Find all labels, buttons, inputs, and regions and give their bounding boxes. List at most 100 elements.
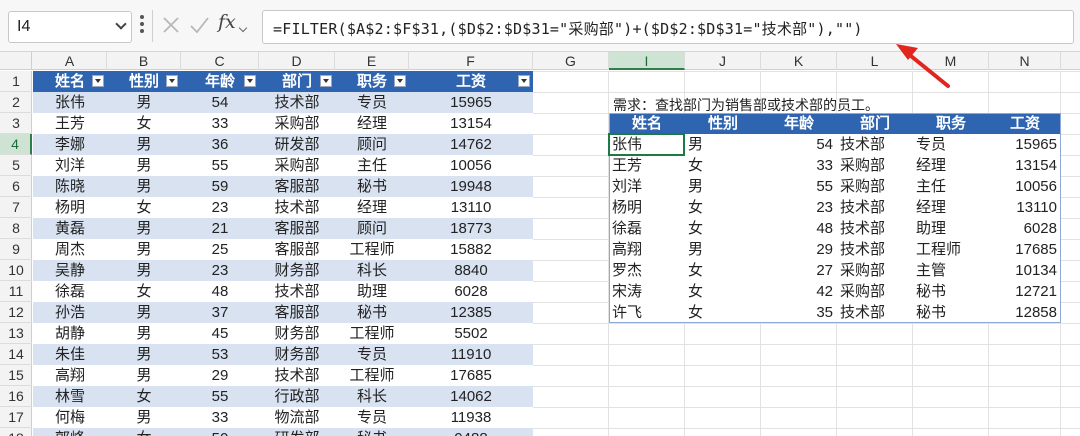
- source-table-cell[interactable]: 53: [181, 344, 259, 365]
- source-table-cell[interactable]: 技术部: [259, 281, 335, 302]
- source-table-cell[interactable]: 8840: [409, 260, 533, 281]
- source-table-cell[interactable]: 19948: [409, 176, 533, 197]
- source-table-cell[interactable]: 37: [181, 302, 259, 323]
- source-table-cell[interactable]: 刘洋: [33, 155, 107, 176]
- source-table-cell[interactable]: 张伟: [33, 92, 107, 113]
- source-table-cell[interactable]: 专员: [335, 407, 409, 428]
- select-all-corner[interactable]: [0, 52, 32, 70]
- source-table-cell[interactable]: 23: [181, 260, 259, 281]
- source-table-cell[interactable]: 女: [107, 386, 181, 407]
- filter-dropdown-icon[interactable]: [518, 75, 530, 87]
- source-table-cell[interactable]: 林雪: [33, 386, 107, 407]
- source-table-cell[interactable]: 财务部: [259, 260, 335, 281]
- row-header-3[interactable]: 3: [0, 113, 32, 134]
- row-header-14[interactable]: 14: [0, 344, 32, 365]
- column-header-C[interactable]: C: [181, 52, 259, 70]
- filter-dropdown-icon[interactable]: [92, 75, 104, 87]
- column-header-D[interactable]: D: [259, 52, 335, 70]
- source-table-cell[interactable]: 专员: [335, 92, 409, 113]
- source-header-cell[interactable]: 姓名: [33, 71, 107, 92]
- row-header-18[interactable]: 18: [0, 428, 32, 436]
- source-table-cell[interactable]: 助理: [335, 281, 409, 302]
- source-table-cell[interactable]: 财务部: [259, 323, 335, 344]
- source-table-cell[interactable]: 物流部: [259, 407, 335, 428]
- column-header-M[interactable]: M: [913, 52, 989, 70]
- row-header-6[interactable]: 6: [0, 176, 32, 197]
- source-table-cell[interactable]: 23: [181, 197, 259, 218]
- row-header-17[interactable]: 17: [0, 407, 32, 428]
- source-table-cell[interactable]: 秘书: [335, 176, 409, 197]
- source-table-cell[interactable]: 黄磊: [33, 218, 107, 239]
- source-header-cell[interactable]: 职务: [335, 71, 409, 92]
- row-header-1[interactable]: 1: [0, 71, 32, 92]
- column-header-J[interactable]: J: [685, 52, 761, 70]
- row-header-16[interactable]: 16: [0, 386, 32, 407]
- row-header-10[interactable]: 10: [0, 260, 32, 281]
- row-header-15[interactable]: 15: [0, 365, 32, 386]
- source-table-cell[interactable]: 50: [181, 428, 259, 436]
- source-table-cell[interactable]: 59: [181, 176, 259, 197]
- source-table-cell[interactable]: 男: [107, 260, 181, 281]
- row-header-11[interactable]: 11: [0, 281, 32, 302]
- source-table-cell[interactable]: 客服部: [259, 176, 335, 197]
- source-table-cell[interactable]: 专员: [335, 344, 409, 365]
- column-header-A[interactable]: A: [33, 52, 107, 70]
- row-header-9[interactable]: 9: [0, 239, 32, 260]
- source-table-cell[interactable]: 女: [107, 281, 181, 302]
- filter-dropdown-icon[interactable]: [320, 75, 332, 87]
- source-table-cell[interactable]: 周杰: [33, 239, 107, 260]
- row-header-5[interactable]: 5: [0, 155, 32, 176]
- source-table-cell[interactable]: 客服部: [259, 218, 335, 239]
- source-table-cell[interactable]: 12385: [409, 302, 533, 323]
- source-table-cell[interactable]: 吴静: [33, 260, 107, 281]
- more-options-icon[interactable]: [139, 15, 145, 37]
- source-header-cell[interactable]: 部门: [259, 71, 335, 92]
- source-table-cell[interactable]: 男: [107, 92, 181, 113]
- row-header-2[interactable]: 2: [0, 92, 32, 113]
- source-table-cell[interactable]: 顾问: [335, 134, 409, 155]
- row-header-12[interactable]: 12: [0, 302, 32, 323]
- chevron-down-icon[interactable]: [238, 23, 248, 33]
- filter-dropdown-icon[interactable]: [394, 75, 406, 87]
- source-table-cell[interactable]: 郭峰: [33, 428, 107, 436]
- source-table-cell[interactable]: 研发部: [259, 428, 335, 436]
- source-table-cell[interactable]: 男: [107, 365, 181, 386]
- column-header-K[interactable]: K: [761, 52, 837, 70]
- source-table-cell[interactable]: 顾问: [335, 218, 409, 239]
- source-table-cell[interactable]: 技术部: [259, 92, 335, 113]
- source-table-cell[interactable]: 技术部: [259, 197, 335, 218]
- source-table-cell[interactable]: 33: [181, 407, 259, 428]
- filter-dropdown-icon[interactable]: [166, 75, 178, 87]
- source-table-cell[interactable]: 女: [107, 428, 181, 436]
- source-table-cell[interactable]: 55: [181, 386, 259, 407]
- source-table-cell[interactable]: 工程师: [335, 365, 409, 386]
- source-table-cell[interactable]: 男: [107, 302, 181, 323]
- source-table-cell[interactable]: 杨明: [33, 197, 107, 218]
- source-table-cell[interactable]: 采购部: [259, 113, 335, 134]
- column-header-E[interactable]: E: [335, 52, 409, 70]
- source-table-cell[interactable]: 男: [107, 344, 181, 365]
- column-header-G[interactable]: G: [533, 52, 609, 70]
- source-table-cell[interactable]: 经理: [335, 197, 409, 218]
- source-table-cell[interactable]: 21: [181, 218, 259, 239]
- source-table-cell[interactable]: 客服部: [259, 302, 335, 323]
- source-table-cell[interactable]: 陈晓: [33, 176, 107, 197]
- source-table-cell[interactable]: 李娜: [33, 134, 107, 155]
- source-table-cell[interactable]: 55: [181, 155, 259, 176]
- source-table-cell[interactable]: 朱佳: [33, 344, 107, 365]
- source-table-cell[interactable]: 财务部: [259, 344, 335, 365]
- row-header-4[interactable]: 4: [0, 134, 32, 155]
- source-table-cell[interactable]: 胡静: [33, 323, 107, 344]
- source-table-cell[interactable]: 秘书: [335, 302, 409, 323]
- source-table-cell[interactable]: 工程师: [335, 323, 409, 344]
- source-table-cell[interactable]: 男: [107, 176, 181, 197]
- source-table-cell[interactable]: 14062: [409, 386, 533, 407]
- source-table-cell[interactable]: 男: [107, 218, 181, 239]
- source-table-cell[interactable]: 14762: [409, 134, 533, 155]
- source-table-cell[interactable]: 采购部: [259, 155, 335, 176]
- source-table-cell[interactable]: 5502: [409, 323, 533, 344]
- source-table-cell[interactable]: 技术部: [259, 365, 335, 386]
- row-header-8[interactable]: 8: [0, 218, 32, 239]
- source-table-cell[interactable]: 工程师: [335, 239, 409, 260]
- source-table-cell[interactable]: 33: [181, 113, 259, 134]
